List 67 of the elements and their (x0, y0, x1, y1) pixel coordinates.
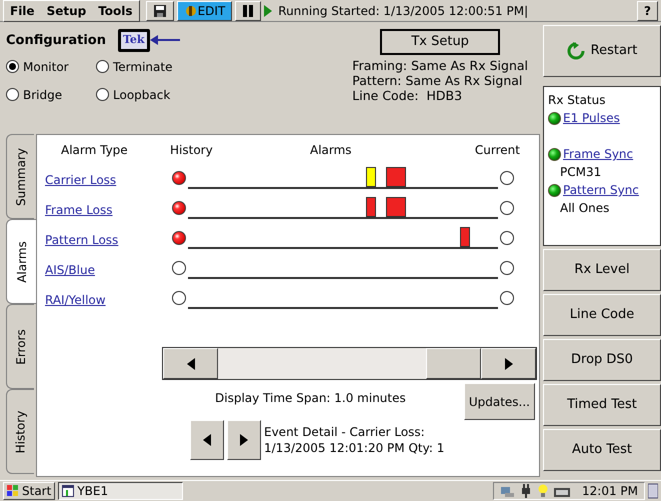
power-plug-icon (520, 484, 532, 498)
status-link[interactable]: Pattern Sync (563, 181, 639, 199)
menu-item[interactable]: File (4, 0, 41, 20)
radio-button[interactable]: Terminate (96, 58, 206, 76)
status-link[interactable]: E1 Pulses (563, 109, 620, 127)
info-text: Framing: Same As Rx Signal (352, 58, 528, 73)
app-icon (62, 484, 74, 496)
right-arrow-icon (504, 358, 512, 370)
tab[interactable]: Errors (6, 304, 34, 389)
alarm-link[interactable]: AIS/Blue (45, 263, 95, 277)
updates-button[interactable]: Updates... (464, 383, 535, 420)
status-link[interactable]: Frame Sync (563, 145, 634, 163)
section-title: Configuration (6, 32, 106, 50)
panel-title: Rx Status (548, 92, 606, 109)
tab[interactable]: History (6, 389, 34, 474)
edit-button[interactable]: EDIT (176, 0, 232, 20)
alarm-link[interactable]: RAI/Yellow (45, 293, 106, 307)
pause-button[interactable] (235, 0, 262, 20)
alarm-link[interactable]: Pattern Loss (45, 233, 118, 247)
time-span-text: Display Time Span: 1.0 minutes (215, 390, 406, 407)
status-detail: PCM31 (559, 164, 602, 181)
alarm-link[interactable]: Carrier Loss (45, 173, 116, 187)
taskbar-button[interactable]: YBE1 (58, 482, 184, 500)
column-header: History (170, 143, 213, 157)
column-header: Alarm Type (60, 143, 128, 157)
menu-item[interactable]: Tools (92, 0, 139, 20)
status-text: Running Started: 1/13/2005 12:00:51 PM| (278, 2, 530, 20)
help-button[interactable]: ? (637, 0, 658, 20)
status-detail: All Ones (559, 200, 610, 217)
windows-logo-icon (7, 484, 19, 496)
restart-button[interactable]: Restart (543, 25, 661, 77)
arrow-icon (150, 35, 180, 46)
pause-icon (242, 4, 254, 18)
refresh-icon (566, 42, 585, 60)
tx-setup-button[interactable]: Tx Setup (380, 29, 500, 55)
save-button[interactable] (146, 0, 174, 20)
tab[interactable]: Summary (6, 134, 34, 219)
scroll-left-button[interactable] (163, 348, 218, 379)
column-header: Alarms (310, 143, 352, 157)
left-arrow-icon (203, 434, 211, 446)
radio-button[interactable]: Monitor (6, 58, 96, 76)
event-detail-text: 1/13/2005 12:01:20 PM Qty: 1 (264, 440, 444, 456)
side-button[interactable]: Auto Test (543, 429, 661, 471)
next-event-button[interactable] (227, 420, 261, 460)
radio-button[interactable]: Bridge (6, 86, 96, 104)
info-text: Line Code: HDB3 (352, 88, 464, 103)
side-button[interactable]: Rx Level (543, 249, 661, 291)
scrollbar[interactable] (162, 347, 537, 380)
event-detail-text: Event Detail - Carrier Loss: (264, 424, 426, 440)
left-arrow-icon (186, 358, 194, 370)
alarm-link[interactable]: Frame Loss (45, 203, 113, 217)
scroll-thumb[interactable] (426, 348, 481, 379)
tab[interactable]: Alarms (6, 219, 36, 304)
column-header: Current (474, 143, 520, 157)
side-button[interactable]: Timed Test (543, 384, 661, 426)
radio-button[interactable]: Loopback (96, 86, 206, 104)
scroll-right-button[interactable] (481, 348, 536, 379)
previous-event-button[interactable] (190, 420, 224, 460)
menu-item[interactable]: Setup (40, 0, 92, 20)
start-button[interactable]: Start (3, 482, 56, 500)
logo: Tek (118, 29, 150, 52)
clock-text: 12:01 PM (582, 482, 638, 500)
play-icon (264, 4, 272, 16)
info-text: Pattern: Same As Rx Signal (352, 73, 524, 88)
right-arrow-icon (240, 434, 248, 446)
side-button[interactable]: Drop DS0 (543, 339, 661, 381)
side-button[interactable]: Line Code (543, 294, 661, 336)
